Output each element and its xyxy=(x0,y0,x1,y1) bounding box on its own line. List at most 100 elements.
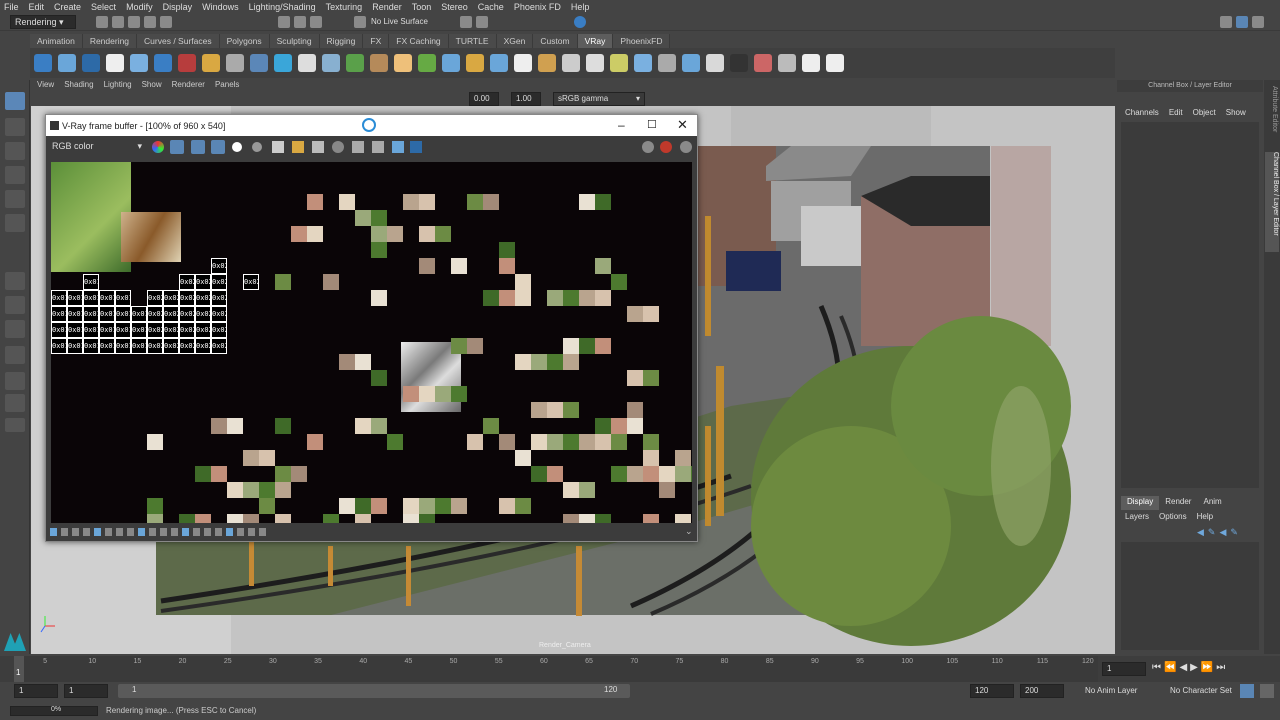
vfb-bottom-tool-12-icon[interactable] xyxy=(171,528,178,536)
shelf-tab-rigging[interactable]: Rigging xyxy=(319,34,364,48)
shelf-tool-21-icon[interactable] xyxy=(514,54,532,72)
shelf-tool-25-icon[interactable] xyxy=(610,54,628,72)
vfb-bottom-tool-1-icon[interactable] xyxy=(50,528,57,536)
channel-box-tab[interactable]: Channel Box / Layer Editor xyxy=(1265,152,1279,252)
panel-menu-renderer[interactable]: Renderer xyxy=(172,80,205,92)
layer-list[interactable] xyxy=(1121,542,1259,650)
load-image-icon[interactable] xyxy=(292,141,304,153)
snap-grid-icon[interactable] xyxy=(278,16,290,28)
anim-layer-dropdown[interactable]: No Anim Layer xyxy=(1085,686,1137,695)
vfb-bottom-tool-20-icon[interactable] xyxy=(259,528,266,536)
panel-menu-lighting[interactable]: Lighting xyxy=(104,80,132,92)
live-surface-icon[interactable] xyxy=(354,16,366,28)
playback-end-field[interactable]: 120 xyxy=(970,684,1014,698)
layer-tab-display[interactable]: Display xyxy=(1121,496,1160,510)
layout-options-icon[interactable] xyxy=(5,418,25,432)
workspace-icon[interactable] xyxy=(1220,16,1232,28)
render-settings-icon[interactable] xyxy=(574,16,586,28)
ipr-render-icon[interactable] xyxy=(476,16,488,28)
new-scene-icon[interactable] xyxy=(96,16,108,28)
persp-hypershade-layout-icon[interactable] xyxy=(5,394,25,412)
clear-image-icon[interactable] xyxy=(312,141,324,153)
channel-box-menu-edit[interactable]: Edit xyxy=(1169,108,1183,120)
vfb-bottom-tool-13-icon[interactable] xyxy=(182,528,189,536)
shelf-tool-10-icon[interactable] xyxy=(250,54,268,72)
shelf-tool-33-icon[interactable] xyxy=(802,54,820,72)
shelf-tool-4-icon[interactable] xyxy=(106,54,124,72)
vfb-bottom-tool-14-icon[interactable] xyxy=(193,528,200,536)
colorspace-dropdown[interactable]: sRGB gamma ▾ xyxy=(553,92,645,106)
shelf-tool-22-icon[interactable] xyxy=(538,54,556,72)
shelf-tab-xgen[interactable]: XGen xyxy=(496,34,534,48)
exposure-field[interactable]: 0.00 xyxy=(469,92,499,106)
time-slider[interactable]: 1 5 10 15 20 25 30 35 40 45 50 55 60 65 70 75 80 85 90 95 1… xyxy=(0,656,1280,682)
vfb-bottom-tool-8-icon[interactable] xyxy=(127,528,134,536)
shelf-tool-9-icon[interactable] xyxy=(226,54,244,72)
shelf-tool-16-icon[interactable] xyxy=(394,54,412,72)
shelf-tool-20-icon[interactable] xyxy=(490,54,508,72)
stop-render-icon[interactable] xyxy=(660,141,672,153)
maximize-button[interactable]: ☐ xyxy=(647,118,657,131)
shelf-tab-fx-caching[interactable]: FX Caching xyxy=(389,34,449,48)
vfb-bottom-tool-2-icon[interactable] xyxy=(61,528,68,536)
shelf-tab-turtle[interactable]: TURTLE xyxy=(448,34,497,48)
menu-cache[interactable]: Cache xyxy=(478,2,504,12)
layer-tab-render[interactable]: Render xyxy=(1159,496,1197,510)
redo-icon[interactable] xyxy=(160,16,172,28)
menu-file[interactable]: File xyxy=(4,2,19,12)
follow-mouse-icon[interactable] xyxy=(372,141,384,153)
close-button[interactable]: ✕ xyxy=(677,117,688,133)
blue-channel-icon[interactable] xyxy=(211,140,225,154)
layer-tab-anim[interactable]: Anim xyxy=(1197,496,1227,510)
vfb-bottom-tool-17-icon[interactable] xyxy=(226,528,233,536)
save-scene-icon[interactable] xyxy=(128,16,140,28)
menu-render[interactable]: Render xyxy=(372,2,402,12)
shelf-tool-19-icon[interactable] xyxy=(466,54,484,72)
scale-tool-icon[interactable] xyxy=(5,214,25,232)
panel-menu-show[interactable]: Show xyxy=(142,80,162,92)
shelf-tab-phoenixfd[interactable]: PhoenixFD xyxy=(613,34,671,48)
red-channel-icon[interactable] xyxy=(170,140,184,154)
open-scene-icon[interactable] xyxy=(112,16,124,28)
shelf-tool-7-icon[interactable] xyxy=(178,54,196,72)
channel-box-area[interactable] xyxy=(1121,122,1259,488)
shelf-tool-17-icon[interactable] xyxy=(418,54,436,72)
shelf-tool-15-icon[interactable] xyxy=(370,54,388,72)
panel-menu-view[interactable]: View xyxy=(37,80,54,92)
vfb-bottom-tool-11-icon[interactable] xyxy=(160,528,167,536)
lasso-tool-icon[interactable] xyxy=(5,118,25,136)
shelf-tab-rendering[interactable]: Rendering xyxy=(82,34,138,48)
menu-modify[interactable]: Modify xyxy=(126,2,153,12)
shelf-tab-sculpting[interactable]: Sculpting xyxy=(269,34,320,48)
select-tool-icon[interactable] xyxy=(5,92,25,110)
shelf-tool-8-icon[interactable] xyxy=(202,54,220,72)
channel-box-menu-channels[interactable]: Channels xyxy=(1125,108,1159,120)
channel-box-menu-show[interactable]: Show xyxy=(1226,108,1246,120)
menuset-dropdown[interactable]: Rendering ▾ xyxy=(10,15,76,29)
undo-icon[interactable] xyxy=(144,16,156,28)
shelf-tool-23-icon[interactable] xyxy=(562,54,580,72)
shelf-tool-24-icon[interactable] xyxy=(586,54,604,72)
menu-edit[interactable]: Edit xyxy=(29,2,45,12)
layer-menu-options[interactable]: Options xyxy=(1159,512,1187,524)
vfb-bottom-tool-3-icon[interactable] xyxy=(72,528,79,536)
scene-start-field[interactable]: 1 xyxy=(14,684,58,698)
side-by-side-layout-icon[interactable] xyxy=(5,320,25,338)
menu-phoenix-fd[interactable]: Phoenix FD xyxy=(514,2,561,12)
menu-help[interactable]: Help xyxy=(571,2,590,12)
menu-stereo[interactable]: Stereo xyxy=(441,2,468,12)
ipr-icon[interactable] xyxy=(410,141,422,153)
mono-icon[interactable] xyxy=(252,142,262,152)
start-ipr-icon[interactable] xyxy=(680,141,692,153)
vfb-bottom-tool-4-icon[interactable] xyxy=(83,528,90,536)
channel-box-menu-object[interactable]: Object xyxy=(1193,108,1216,120)
toggle-tool-settings-icon[interactable] xyxy=(1252,16,1264,28)
auto-key-icon[interactable] xyxy=(1240,684,1254,698)
vfb-bottom-tool-15-icon[interactable] xyxy=(204,528,211,536)
region-render-icon[interactable] xyxy=(352,141,364,153)
four-view-layout-icon[interactable] xyxy=(5,296,25,314)
menu-lighting-shading[interactable]: Lighting/Shading xyxy=(249,2,316,12)
vfb-bottom-tool-16-icon[interactable] xyxy=(215,528,222,536)
playback-start-field[interactable]: 1 xyxy=(64,684,108,698)
layer-buttons[interactable]: ◀✎◀✎ xyxy=(1197,527,1257,539)
